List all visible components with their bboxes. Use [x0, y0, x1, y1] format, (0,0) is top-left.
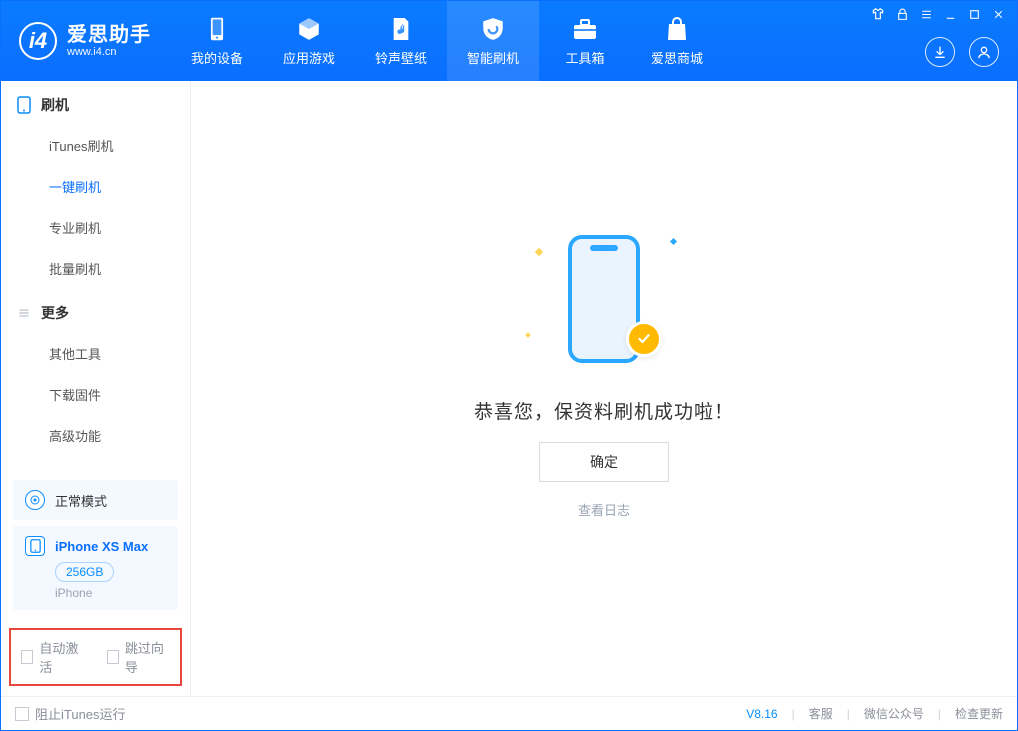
maximize-icon[interactable]: [967, 7, 981, 21]
main-content: 恭喜您，保资料刷机成功啦！ 确定 查看日志: [191, 81, 1017, 696]
mode-card[interactable]: 正常模式: [13, 480, 178, 520]
support-link[interactable]: 客服: [809, 705, 833, 722]
checkbox-box-icon: [107, 650, 119, 664]
sidebar-item-download-firmware[interactable]: 下载固件: [1, 374, 190, 415]
sparkle-icon: [525, 332, 531, 338]
minimize-icon[interactable]: [943, 7, 957, 21]
footer: 阻止iTunes运行 V8.16 | 客服 | 微信公众号 | 检查更新: [1, 696, 1017, 730]
sidebar-item-other-tools[interactable]: 其他工具: [1, 333, 190, 374]
shopping-bag-icon: [664, 16, 690, 42]
checkbox-label: 自动激活: [39, 638, 84, 676]
sidebar-item-advanced[interactable]: 高级功能: [1, 415, 190, 456]
top-nav: 我的设备 应用游戏 铃声壁纸 智能刷机 工具箱 爱思商城: [171, 1, 723, 81]
sidebar-item-oneclick-flash[interactable]: 一键刷机: [1, 166, 190, 207]
close-icon[interactable]: [991, 7, 1005, 21]
nav-smart-flash[interactable]: 智能刷机: [447, 1, 539, 81]
checkbox-label: 跳过向导: [125, 638, 170, 676]
sidebar: 刷机 iTunes刷机 一键刷机 专业刷机 批量刷机 更多 其他工具 下载固件 …: [1, 81, 191, 696]
sidebar-group-more: 更多: [1, 289, 190, 333]
mode-label: 正常模式: [55, 491, 107, 510]
user-icon[interactable]: [969, 37, 999, 67]
success-message: 恭喜您，保资料刷机成功啦！: [474, 397, 734, 424]
nav-label: 爱思商城: [651, 48, 703, 67]
nav-label: 铃声壁纸: [375, 48, 427, 67]
view-log-link[interactable]: 查看日志: [578, 500, 630, 519]
device-name: iPhone XS Max: [55, 539, 148, 554]
check-update-link[interactable]: 检查更新: [955, 705, 1003, 722]
device-storage: 256GB: [55, 562, 114, 582]
header-right: [925, 37, 999, 67]
phone-icon: [204, 16, 230, 42]
sidebar-item-batch-flash[interactable]: 批量刷机: [1, 248, 190, 289]
nav-label: 智能刷机: [467, 48, 519, 67]
device-type: iPhone: [55, 586, 166, 600]
nav-label: 应用游戏: [283, 48, 335, 67]
sparkle-icon: [535, 247, 543, 255]
separator: |: [792, 707, 795, 721]
wechat-link[interactable]: 微信公众号: [864, 705, 924, 722]
flash-options-highlight: 自动激活 跳过向导: [9, 628, 182, 686]
header: i4 爱思助手 www.i4.cn 我的设备 应用游戏 铃声壁纸 智能刷机: [1, 1, 1017, 81]
success-illustration: [514, 219, 694, 379]
check-badge-icon: [626, 321, 662, 357]
app-window: i4 爱思助手 www.i4.cn 我的设备 应用游戏 铃声壁纸 智能刷机: [0, 0, 1018, 731]
success-panel: 恭喜您，保资料刷机成功啦！ 确定 查看日志: [474, 219, 734, 519]
nav-store[interactable]: 爱思商城: [631, 1, 723, 81]
nav-ring-wallpaper[interactable]: 铃声壁纸: [355, 1, 447, 81]
menu-icon[interactable]: [919, 7, 933, 21]
sidebar-item-pro-flash[interactable]: 专业刷机: [1, 207, 190, 248]
nav-label: 我的设备: [191, 48, 243, 67]
nav-label: 工具箱: [565, 48, 604, 67]
checkbox-skip-guide[interactable]: 跳过向导: [107, 638, 171, 676]
checkbox-box-icon: [15, 707, 29, 721]
checkbox-box-icon: [21, 650, 33, 664]
separator: |: [847, 707, 850, 721]
mode-icon: [25, 490, 45, 510]
nav-apps-games[interactable]: 应用游戏: [263, 1, 355, 81]
separator: |: [938, 707, 941, 721]
cube-icon: [296, 16, 322, 42]
checkbox-auto-activate[interactable]: 自动激活: [21, 638, 85, 676]
device-card[interactable]: iPhone XS Max 256GB iPhone: [13, 526, 178, 610]
logo-badge-icon: i4: [19, 22, 57, 60]
version-label: V8.16: [746, 707, 777, 721]
download-icon[interactable]: [925, 37, 955, 67]
shield-refresh-icon: [480, 16, 506, 42]
checkbox-block-itunes[interactable]: 阻止iTunes运行: [15, 704, 126, 723]
sidebar-group-flash: 刷机: [1, 81, 190, 125]
brand-name: 爱思助手: [67, 24, 151, 46]
sidebar-item-itunes-flash[interactable]: iTunes刷机: [1, 125, 190, 166]
device-icon: [25, 536, 45, 556]
shirt-icon[interactable]: [871, 7, 885, 21]
hamburger-icon: [17, 306, 31, 320]
music-file-icon: [388, 16, 414, 42]
window-controls: [871, 7, 1005, 21]
nav-toolbox[interactable]: 工具箱: [539, 1, 631, 81]
sidebar-group-title: 更多: [41, 303, 69, 323]
brand-url: www.i4.cn: [67, 46, 151, 58]
toolbox-icon: [572, 16, 598, 42]
checkbox-label: 阻止iTunes运行: [35, 704, 126, 723]
sidebar-group-title: 刷机: [41, 95, 69, 115]
body: 刷机 iTunes刷机 一键刷机 专业刷机 批量刷机 更多 其他工具 下载固件 …: [1, 81, 1017, 696]
lock-icon[interactable]: [895, 7, 909, 21]
nav-my-device[interactable]: 我的设备: [171, 1, 263, 81]
brand-logo: i4 爱思助手 www.i4.cn: [1, 1, 171, 81]
ok-button[interactable]: 确定: [539, 442, 669, 482]
phone-outline-icon: [17, 96, 31, 114]
sparkle-icon: [670, 237, 677, 244]
